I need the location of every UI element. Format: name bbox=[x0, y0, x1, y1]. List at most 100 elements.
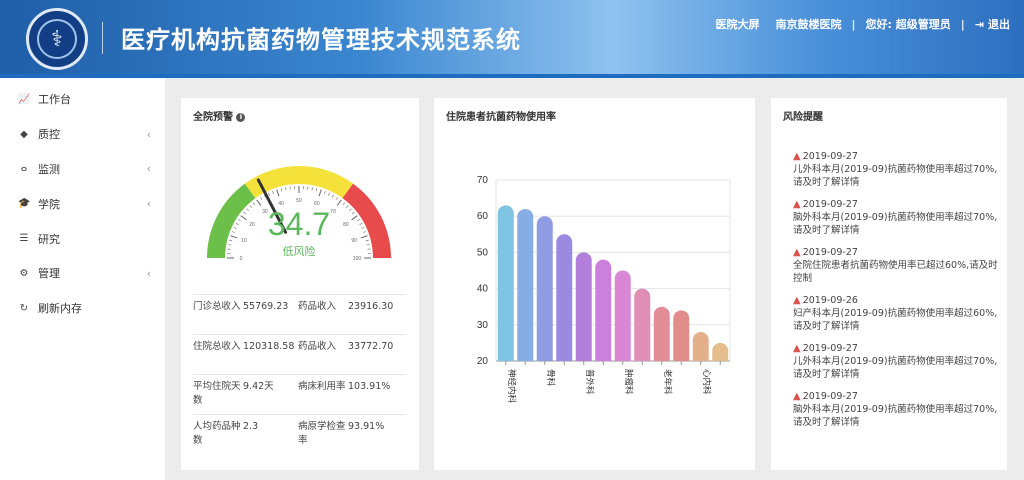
stat-label: 住院总收入 bbox=[193, 341, 241, 352]
warning-icon: ▲ bbox=[793, 295, 801, 306]
gauge-tick bbox=[233, 227, 237, 229]
x-tick-label: 骨科 bbox=[545, 369, 556, 387]
y-tick-label: 20 bbox=[477, 356, 489, 367]
usage-rate-panel: 住院患者抗菌药物使用率 20 30 40 50 60 70 神经内科 骨科 普外科 肿瘤科 老年科心… bbox=[434, 98, 755, 470]
gauge-label: 低风险 bbox=[283, 244, 316, 258]
bar[interactable] bbox=[653, 306, 670, 361]
stat-value: 93.91% bbox=[348, 421, 385, 432]
risk-gauge: 010203040 50 6070809010034.7低风险 bbox=[207, 166, 391, 262]
gauge-tick bbox=[268, 192, 270, 196]
alert-text: 脑外科本月(2019-09)抗菌药物使用率超过70%,请及时了解详情 bbox=[793, 212, 998, 236]
bar[interactable] bbox=[517, 208, 534, 361]
sidebar-item-label: 学院 bbox=[38, 197, 60, 211]
title-divider bbox=[102, 22, 103, 54]
logout-link[interactable]: 退出 bbox=[988, 16, 1010, 32]
refresh-icon: ↻ bbox=[19, 302, 29, 314]
y-tick-label: 40 bbox=[477, 284, 489, 295]
bar[interactable] bbox=[556, 234, 573, 361]
sidebar-item-label: 监测 bbox=[38, 162, 60, 176]
gauge-tick bbox=[351, 211, 355, 215]
screen-link[interactable]: 医院大屏 bbox=[715, 16, 759, 32]
bar[interactable] bbox=[497, 205, 514, 361]
gauge-tick bbox=[252, 202, 256, 206]
gauge-tick bbox=[336, 199, 342, 206]
gauge-low-band bbox=[207, 183, 256, 258]
chevron-left-icon: ‹ bbox=[146, 162, 151, 176]
gauge-tick bbox=[363, 231, 367, 233]
sidebar-item-workbench[interactable]: 📈 工作台 bbox=[0, 82, 165, 117]
stat-label: 人均药品种数 bbox=[193, 421, 241, 446]
y-tick-label: 60 bbox=[477, 211, 489, 222]
gauge-tick bbox=[243, 211, 247, 215]
sidebar-item-academy[interactable]: 🎓 学院 ‹ bbox=[0, 186, 165, 221]
warning-icon: ▲ bbox=[793, 391, 801, 402]
bar[interactable] bbox=[712, 342, 729, 361]
gauge-tick bbox=[331, 194, 334, 198]
warning-panel: 全院预警 i 0 10 20 30 40 50 60 70 80 90 100 34.7 低风险 门诊总… bbox=[181, 98, 419, 470]
gauge-value: 34.7 bbox=[268, 206, 330, 242]
sidebar: 📈 工作台 ◆ 质控 ‹ ⴰ 监测 ‹ 🎓 学院 ‹ ☰ 研究 ⚙ 管理 ‹ ↻ 刷新内存 bbox=[0, 78, 165, 480]
chart-line-icon: 📈 bbox=[18, 93, 31, 105]
alert-list: ▲ 2019-09-27 儿外科本月(2019-09)抗菌药物使用率超过70%,请及… bbox=[793, 150, 998, 438]
alert-item[interactable]: ▲ 2019-09-27 脑外科本月(2019-09)抗菌药物使用率超过70%,请及… bbox=[793, 390, 998, 429]
stethoscope-icon: ⴰ bbox=[20, 163, 28, 175]
stats-table: 门诊总收入 55769.23 药品收入 23916.30 住院总收入 120318.58 药… bbox=[193, 294, 406, 454]
usage-bar-chart: 20 30 40 50 60 70 神经内科 骨科 普外科 肿瘤科 老年科 心内科 bbox=[477, 175, 731, 404]
gauge-tick-label: 10 bbox=[241, 238, 247, 244]
gauge-tick bbox=[249, 205, 252, 208]
x-tick-label: 肿瘤科 bbox=[623, 369, 634, 395]
gauge-tick-label: 90 bbox=[351, 238, 357, 244]
y-tick-label: 30 bbox=[477, 320, 489, 331]
alert-item[interactable]: ▲ 2019-09-27 儿外科本月(2019-09)抗菌药物使用率超过70%,请及… bbox=[793, 342, 998, 381]
x-tick-label: 老年科 bbox=[662, 369, 673, 395]
bar[interactable] bbox=[614, 270, 631, 361]
panel-title: 风险提醒 bbox=[783, 112, 823, 123]
alert-item[interactable]: ▲ 2019-09-26 妇产科本月(2019-09)抗菌药物使用率超过60%,请及… bbox=[793, 294, 998, 333]
stat-label: 药品收入 bbox=[298, 341, 337, 352]
stats-row: 平均住院天数 9.42天 病床利用率 103.91% bbox=[193, 374, 406, 414]
alert-text: 脑外科本月(2019-09)抗菌药物使用率超过70%,请及时了解详情 bbox=[793, 404, 998, 428]
bar[interactable] bbox=[575, 252, 592, 361]
sidebar-item-qc[interactable]: ◆ 质控 ‹ bbox=[0, 117, 165, 152]
sidebar-item-manage[interactable]: ⚙ 管理 ‹ bbox=[0, 256, 165, 291]
gauge-tick bbox=[342, 202, 346, 206]
gauge-tick bbox=[260, 197, 263, 200]
top-nav: 医院大屏 南京鼓楼医院 | 您好: 超级管理员 | ⇥ 退出 bbox=[705, 16, 1010, 32]
gauge-tick bbox=[246, 208, 249, 211]
user-greeting[interactable]: 您好: 超级管理员 bbox=[866, 16, 951, 32]
gauge-tick bbox=[228, 244, 232, 246]
bar[interactable] bbox=[692, 332, 709, 361]
bar[interactable] bbox=[536, 216, 553, 361]
hospital-link[interactable]: 南京鼓楼医院 bbox=[775, 16, 841, 32]
sidebar-item-monitor[interactable]: ⴰ 监测 ‹ bbox=[0, 152, 165, 187]
gauge-tick bbox=[229, 239, 233, 242]
sidebar-item-label: 工作台 bbox=[38, 93, 71, 107]
app-title: 医疗机构抗菌药物管理技术规范系统 bbox=[121, 26, 521, 54]
alert-text: 儿外科本月(2019-09)抗菌药物使用率超过70%,请及时了解详情 bbox=[793, 164, 998, 188]
alert-item[interactable]: ▲ 2019-09-27 脑外科本月(2019-09)抗菌药物使用率超过70%,请及… bbox=[793, 198, 998, 237]
logout-icon[interactable]: ⇥ bbox=[975, 18, 984, 31]
bar[interactable] bbox=[595, 259, 612, 361]
sidebar-item-research[interactable]: ☰ 研究 bbox=[0, 221, 165, 256]
gauge-tick bbox=[315, 188, 318, 192]
gauge-tick bbox=[256, 199, 262, 206]
bar[interactable] bbox=[673, 310, 690, 361]
stat-label: 病原学检查率 bbox=[298, 421, 346, 446]
alert-text: 妇产科本月(2019-09)抗菌药物使用率超过60%,请及时了解详情 bbox=[793, 308, 998, 332]
alert-item[interactable]: ▲ 2019-09-27 儿外科本月(2019-09)抗菌药物使用率超过70%,请及… bbox=[793, 150, 998, 189]
alert-text: 全院住院患者抗菌药物使用率已超过60%,请及时控制 bbox=[793, 260, 998, 284]
y-tick-label: 50 bbox=[477, 247, 489, 258]
bar[interactable] bbox=[634, 288, 651, 361]
warning-icon: ▲ bbox=[793, 199, 801, 210]
alert-date: 2019-09-27 bbox=[802, 343, 858, 354]
warning-icon: ▲ bbox=[793, 247, 801, 258]
gauge-tick bbox=[349, 208, 352, 211]
stat-value: 33772.70 bbox=[348, 341, 394, 352]
alert-item[interactable]: ▲ 2019-09-27 全院住院患者抗菌药物使用率已超过60%,请及时控制 bbox=[793, 246, 998, 285]
hospital-logo: ⚕ bbox=[26, 8, 88, 70]
sidebar-item-refresh[interactable]: ↻ 刷新内存 bbox=[0, 291, 165, 326]
chevron-left-icon: ‹ bbox=[146, 197, 151, 211]
gauge-tick-label: 50 bbox=[296, 198, 302, 204]
gauge-tick bbox=[318, 189, 322, 197]
gauge-tick bbox=[311, 187, 313, 191]
